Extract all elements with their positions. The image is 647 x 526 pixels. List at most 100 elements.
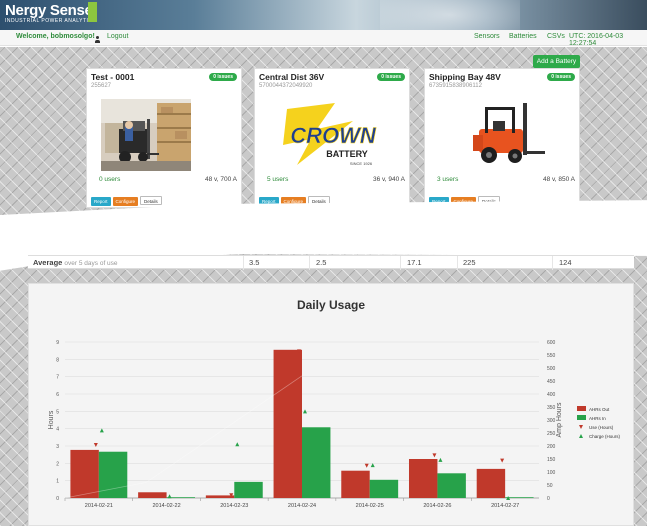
y-tick-left: 3 bbox=[56, 444, 59, 450]
bar-ahrs-in bbox=[369, 479, 399, 498]
y-axis-label-right: Amp Hours bbox=[556, 402, 563, 438]
x-tick-label: 2014-02-24 bbox=[288, 503, 316, 509]
bar-ahrs-out bbox=[138, 492, 167, 498]
bar-ahrs-out bbox=[70, 449, 99, 498]
legend-swatch-ahrs-out bbox=[577, 406, 586, 411]
average-value: 3.5 bbox=[249, 258, 260, 267]
y-tick-left: 6 bbox=[56, 392, 59, 398]
marker-charge-hours bbox=[167, 494, 172, 499]
card-title[interactable]: Shipping Bay 48V bbox=[429, 72, 501, 82]
card-rating: 48 v, 700 A bbox=[204, 176, 237, 183]
y-tick-right: 450 bbox=[547, 379, 556, 385]
legend-swatch-ahrs-in bbox=[577, 415, 586, 420]
marker-use-hours bbox=[93, 443, 98, 447]
card-rating: 36 v, 940 A bbox=[372, 176, 405, 183]
x-tick-label: 2014-02-22 bbox=[153, 503, 181, 509]
y-tick-left: 4 bbox=[56, 427, 59, 433]
average-title: Average bbox=[33, 258, 63, 267]
marker-charge-hours bbox=[438, 457, 443, 462]
column-divider bbox=[243, 256, 244, 270]
daily-usage-chart: 0 1 2 3 4 5 6 7 8 9 0 50 100 150 200 250 300 350 400 450 500… bbox=[48, 340, 621, 509]
battery-card[interactable]: Test - 0001 255627 0 issues 0 users 48 v… bbox=[86, 68, 242, 208]
crown-logo-text: CROWN bbox=[290, 123, 377, 148]
column-divider bbox=[457, 256, 458, 270]
y-tick-right: 150 bbox=[547, 457, 556, 463]
marker-charge-hours bbox=[99, 428, 104, 433]
battery-card[interactable]: Central Dist 36V 5700044372049920 0 issu… bbox=[254, 68, 410, 208]
average-value: 2.5 bbox=[316, 258, 327, 267]
y-tick-right: 50 bbox=[547, 483, 553, 489]
logo-title: Nergy Sense bbox=[5, 2, 93, 19]
welcome-text: Welcome, bobmosolgo! bbox=[16, 33, 101, 43]
legend-label: AHRs Out bbox=[589, 407, 610, 412]
nav-sensors[interactable]: Sensors bbox=[474, 33, 500, 40]
average-sub: over 5 days of use bbox=[64, 260, 118, 267]
x-tick-label: 2014-02-26 bbox=[423, 503, 451, 509]
forklift-photo bbox=[465, 99, 551, 171]
average-row: Average over 5 days of use 3.5 2.5 17.1 … bbox=[28, 255, 634, 270]
y-tick-right: 350 bbox=[547, 405, 556, 411]
y-tick-right: 250 bbox=[547, 431, 556, 437]
legend-label: Use (Hours) bbox=[589, 425, 614, 430]
card-title[interactable]: Central Dist 36V bbox=[259, 72, 324, 82]
bar-ahrs-in bbox=[302, 427, 331, 498]
bar-ahrs-in bbox=[437, 473, 466, 498]
average-value: 17.1 bbox=[407, 258, 422, 267]
app-header: Nergy Sense INDUSTRIAL POWER ANALYTICS bbox=[0, 0, 647, 30]
y-tick-left: 0 bbox=[56, 496, 59, 502]
issues-badge: 0 issues bbox=[547, 73, 575, 81]
marker-use-hours bbox=[500, 458, 505, 463]
bar-ahrs-out bbox=[408, 459, 438, 498]
y-tick-left: 2 bbox=[56, 461, 59, 467]
welcome-label: Welcome, bobmosolgo! bbox=[16, 33, 95, 40]
nav-csvs[interactable]: CSVs bbox=[547, 33, 565, 40]
y-axis-label-left: Hours bbox=[48, 410, 55, 429]
column-divider bbox=[552, 256, 553, 270]
bar-ahrs-in bbox=[505, 497, 534, 498]
issues-badge: 0 issues bbox=[209, 73, 237, 81]
logo[interactable]: Nergy Sense INDUSTRIAL POWER ANALYTICS bbox=[5, 3, 96, 25]
column-divider bbox=[400, 256, 401, 270]
y-tick-right: 100 bbox=[547, 470, 556, 476]
y-tick-left: 7 bbox=[56, 375, 59, 381]
y-tick-right: 200 bbox=[547, 444, 556, 450]
y-tick-right: 0 bbox=[547, 496, 550, 502]
y-tick-left: 1 bbox=[56, 479, 59, 485]
logout-link[interactable]: Logout bbox=[107, 33, 128, 40]
marker-charge-hours bbox=[370, 463, 375, 468]
nav-batteries[interactable]: Batteries bbox=[509, 33, 537, 40]
marker-use-hours bbox=[364, 463, 369, 468]
card-users[interactable]: 5 users bbox=[267, 176, 288, 183]
bar-ahrs-out bbox=[273, 349, 302, 498]
bar-ahrs-out bbox=[476, 468, 506, 498]
legend-label: Charge (Hours) bbox=[589, 434, 621, 439]
column-divider bbox=[309, 256, 310, 270]
y-tick-right: 400 bbox=[547, 392, 556, 398]
card-title[interactable]: Test - 0001 bbox=[91, 72, 134, 82]
y-tick-left: 8 bbox=[56, 357, 59, 363]
card-users[interactable]: 0 users bbox=[99, 176, 120, 183]
average-value: 124 bbox=[559, 258, 572, 267]
crown-battery-logo: CROWN BATTERY SINCE 1926 bbox=[273, 99, 393, 171]
y-tick-right: 600 bbox=[547, 340, 556, 346]
since-logo-text: SINCE 1926 bbox=[350, 161, 373, 166]
bar-ahrs-out bbox=[205, 495, 235, 498]
card-serial: 6735915838906112 bbox=[429, 83, 482, 89]
average-value: 225 bbox=[463, 258, 476, 267]
header-glare bbox=[380, 0, 520, 30]
top-navbar: Welcome, bobmosolgo! Logout Sensors Batt… bbox=[0, 30, 647, 47]
forklift-photo bbox=[101, 99, 191, 171]
bar-ahrs-out bbox=[341, 470, 370, 498]
daily-usage-panel: Daily Usage 0 1 2 3 4 5 6 7 8 9 0 50 100 150 200 250 300… bbox=[28, 283, 634, 526]
card-users[interactable]: 3 users bbox=[437, 176, 458, 183]
y-tick-right: 550 bbox=[547, 353, 556, 359]
legend-marker-charge bbox=[579, 434, 583, 438]
average-label: Average over 5 days of use bbox=[33, 258, 118, 267]
issues-badge: 0 issues bbox=[377, 73, 405, 81]
x-tick-label: 2014-02-27 bbox=[491, 503, 519, 509]
x-tick-label: 2014-02-23 bbox=[220, 503, 248, 509]
legend-marker-use bbox=[579, 425, 583, 429]
battery-card[interactable]: Shipping Bay 48V 6735915838906112 0 issu… bbox=[424, 68, 580, 208]
add-battery-button[interactable]: Add a Battery bbox=[533, 55, 580, 68]
logo-badge bbox=[88, 2, 97, 22]
